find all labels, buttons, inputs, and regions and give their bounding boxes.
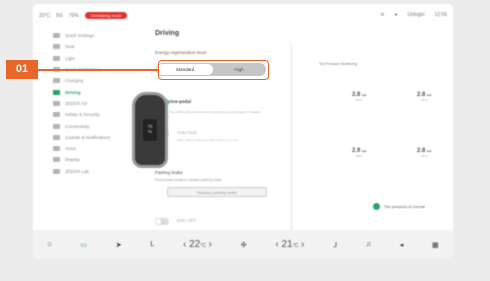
car-icon xyxy=(53,89,60,95)
auto-hold-description: Keep vehicle stationary after braking to… xyxy=(177,138,238,142)
sidebar-item-driving[interactable]: Driving xyxy=(53,86,148,97)
parking-brake-label: Parking brake xyxy=(155,170,183,175)
seat-icon xyxy=(53,44,60,50)
climate-left[interactable]: ‹ 22°C › xyxy=(183,239,212,250)
ad-icon xyxy=(53,100,60,106)
music-icon[interactable]: ♫ xyxy=(366,241,371,248)
charging-icon xyxy=(53,78,60,84)
bottom-dock: ⌂ ▭ ➤ L ‹ 22°C › ✣ ‹ 21°C › ⅃ ♫ ◂ ▦ xyxy=(33,230,453,259)
car-screen: 75% xyxy=(143,119,157,141)
tire-temperature: 19°C xyxy=(420,98,428,102)
navigation-icon[interactable]: ➤ xyxy=(116,241,122,249)
apps-icon[interactable]: ▦ xyxy=(432,241,439,249)
tire-temperature: 18°C xyxy=(355,154,363,158)
sidebar-item-light[interactable]: Light xyxy=(53,53,148,64)
one-pedal-description: The vehicle will decelerate and stop whe… xyxy=(169,110,261,114)
tire-front-left: 2.8 bar 20°C xyxy=(352,92,367,102)
tire-temperature: 20°C xyxy=(355,98,363,102)
sidebar-item-charging[interactable]: Charging xyxy=(53,75,148,86)
car-icon[interactable]: ▭ xyxy=(80,241,87,249)
mic-icon xyxy=(53,146,60,152)
sidebar-item-label: Sounds & Notifications xyxy=(65,134,111,140)
tire-pressure-unit: bar xyxy=(362,149,367,153)
tire-front-right: 2.8 bar 19°C xyxy=(417,92,432,102)
sidebar-item-seat[interactable]: Seat xyxy=(53,41,148,52)
alert-badge[interactable]: Overtaking mode xyxy=(84,12,128,19)
signal-label: 5G xyxy=(56,12,63,19)
sidebar-item-label: Safety & Security xyxy=(65,112,100,118)
volume-icon[interactable]: ◂ xyxy=(400,241,404,249)
sidebar-item-label: Light xyxy=(65,55,75,61)
wifi-icon: ≋ xyxy=(380,12,385,18)
tire-pressure-panel: Tire Pressure Monitoring 2.8 bar 20°C 2.8… xyxy=(291,44,451,230)
home-icon[interactable]: ⌂ xyxy=(47,241,51,248)
tire-pressure-unit: bar xyxy=(427,93,432,97)
esc-toggle[interactable] xyxy=(155,218,169,225)
driver-temp-unit: °C xyxy=(200,243,206,249)
sidebar-item-label: Charging xyxy=(65,78,84,84)
lab-icon xyxy=(53,168,60,174)
callout-highlight xyxy=(158,60,269,80)
passenger-seat-icon[interactable]: ⅃ xyxy=(333,241,337,249)
check-icon xyxy=(373,203,380,210)
sidebar-item-label: Driving xyxy=(65,89,81,95)
sound-icon xyxy=(53,134,60,140)
passenger-temp: 21 xyxy=(281,239,293,250)
user-icon: ● xyxy=(394,12,398,18)
shield-icon xyxy=(53,112,60,118)
tire-status-text: Tire pressure is normal xyxy=(384,204,425,209)
tire-pressure-unit: bar xyxy=(362,93,367,97)
sidebar-item-label: Seat xyxy=(65,44,75,50)
seat-icon[interactable]: L xyxy=(150,241,154,248)
passenger-temp-unit: °C xyxy=(292,243,299,249)
climate-right[interactable]: ‹ 21°C › xyxy=(275,239,304,250)
display-icon xyxy=(53,157,60,163)
sidebar-item-zeekr-lab[interactable]: ZEEKR Lab xyxy=(53,166,148,177)
driver-temp: 22 xyxy=(189,239,201,250)
tire-pressure-title: Tire Pressure Monitoring xyxy=(319,62,358,66)
sidebar-item-label: Quick Settings xyxy=(65,33,95,39)
auto-hold-label: Auto Hold xyxy=(177,130,197,135)
parking-brake-description: Press brake pedal to release parking bra… xyxy=(155,178,222,182)
temperature-readout: 20°C xyxy=(39,12,51,19)
sidebar-item-label: Display xyxy=(65,157,80,163)
fan-icon[interactable]: ✣ xyxy=(241,241,247,249)
tire-rear-left: 2.9 bar 18°C xyxy=(352,148,367,158)
callout-line xyxy=(38,69,159,71)
page-title: Driving xyxy=(155,30,180,37)
clock: 12:56 xyxy=(434,12,447,18)
esc-label: ESC OFF xyxy=(177,218,197,223)
light-icon xyxy=(53,55,60,61)
regen-label: Energy regeneration level xyxy=(155,50,207,55)
sidebar-item-label: ZEEKR AD xyxy=(65,100,88,106)
sliders-icon xyxy=(53,33,60,39)
tire-rear-right: 2.8 bar 19°C xyxy=(417,148,432,158)
sidebar-item-label: Connectivity xyxy=(65,123,90,129)
status-bar: 20°C 5G 76% Overtaking mode ≋ ● Unlogin … xyxy=(33,4,453,26)
sidebar-item-quick-settings[interactable]: Quick Settings xyxy=(53,30,148,41)
release-parking-brake-button[interactable]: Release parking brake xyxy=(167,187,267,197)
sidebar-item-label: ZEEKR Lab xyxy=(65,168,89,174)
sidebar-item-label: Voice xyxy=(65,146,77,152)
car-top-view: 75% xyxy=(132,92,168,168)
callout-badge: 01 xyxy=(6,60,38,79)
tire-pressure-unit: bar xyxy=(427,149,432,153)
car-screen-unit: % xyxy=(147,129,152,134)
battery-label: 76% xyxy=(68,12,79,19)
tire-temperature: 19°C xyxy=(420,154,428,158)
wifi-icon xyxy=(53,123,60,129)
one-pedal-label: One-pedal xyxy=(169,99,192,104)
head-unit-screen: 20°C 5G 76% Overtaking mode ≋ ● Unlogin … xyxy=(33,4,453,259)
user-label[interactable]: Unlogin xyxy=(408,12,425,18)
tire-status: Tire pressure is normal xyxy=(373,203,425,210)
